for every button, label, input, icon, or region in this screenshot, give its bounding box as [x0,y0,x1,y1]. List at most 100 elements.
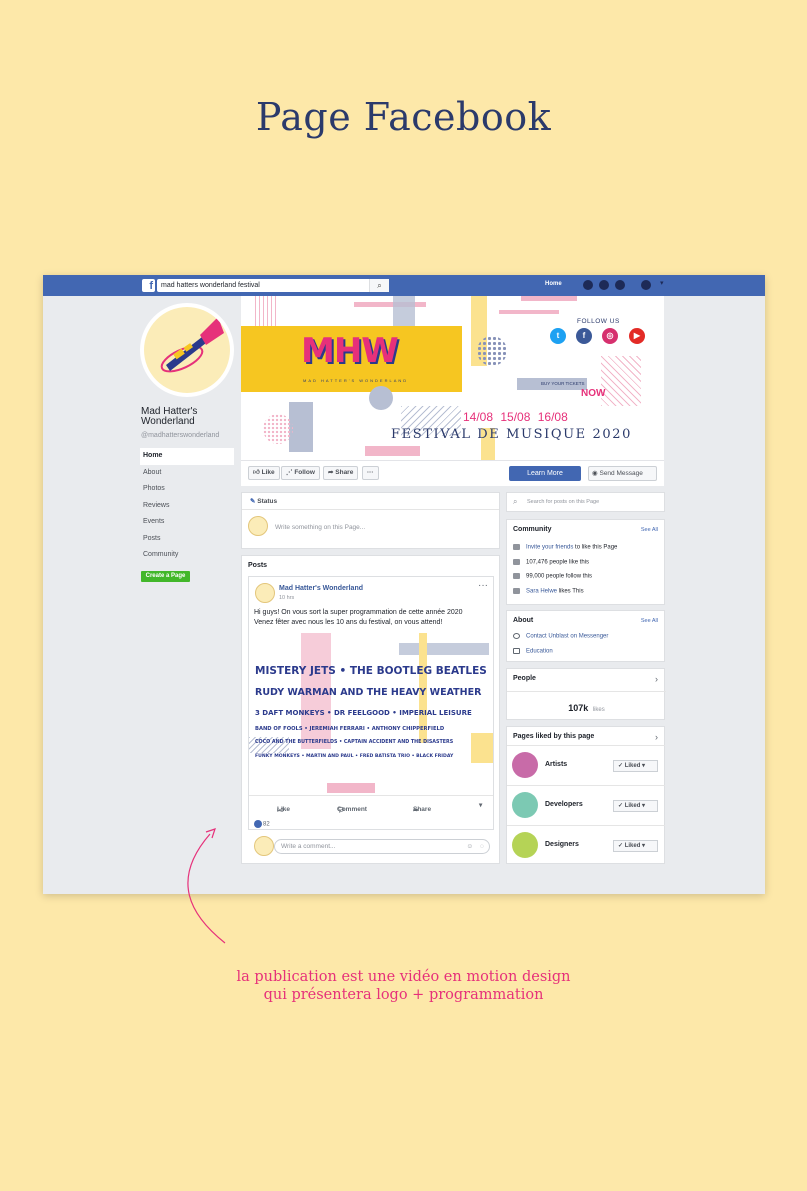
facebook-mockup: f mad hatters wonderland festival ⌕ Home… [43,275,765,894]
about-see-all-link[interactable]: See All [641,618,658,624]
liked-button[interactable]: ✓ Liked ▾ [613,840,658,852]
friends-icon[interactable] [583,280,593,290]
status-header: ✎ Status [242,493,499,510]
status-input[interactable]: Write something on this Page... [275,524,365,531]
sidebar-item-events[interactable]: Events [140,514,234,531]
status-title: Status [257,498,278,505]
like-page-button[interactable]: 👍︎ Like [248,466,280,480]
lineup-line: COCO AND THE BUTTERFIELDS • CAPTAIN ACCI… [255,740,454,745]
emoji-icon[interactable]: ☺ [466,840,473,853]
status-composer: ✎ Status Write something on this Page... [241,492,500,549]
post-options-icon[interactable]: ··· [478,580,488,591]
lineup-decoration [327,783,375,793]
search-icon: ⌕ [513,497,518,506]
comment-input-placeholder: Write a comment... [281,843,336,850]
search-input[interactable]: mad hatters wonderland festival ⌕ [157,279,389,292]
topbar-home-link[interactable]: Home [545,281,562,287]
sticker-icon[interactable]: ◌ [480,840,484,853]
comment-input[interactable]: Write a comment... ☺ ◌ [274,839,490,854]
rss-icon [513,573,520,579]
send-message-label: Send Message [599,470,643,477]
chevron-down-icon[interactable]: ▾ [479,801,482,809]
send-message-button[interactable]: ◉ Send Message [588,466,657,481]
people-title[interactable]: People [513,675,536,682]
facebook-logo-icon[interactable]: f [142,279,155,292]
instagram-icon[interactable]: ◎ [602,328,618,344]
invite-friends-suffix: to like this Page [573,544,618,551]
page-search-input[interactable]: Search for posts on this Page [527,499,599,505]
community-friend: Sara Helwe likes This [513,588,584,595]
liked-page-name[interactable]: Developers [545,801,583,808]
sidebar-item-community[interactable]: Community [140,547,234,564]
category-link[interactable]: Education [526,649,553,655]
facebook-icon[interactable]: f [576,328,592,344]
search-icon[interactable]: ⌕ [369,279,389,292]
post-actions: 👍︎ Like 💬︎ Comment ➦ Share ▾ [249,795,493,814]
liked-page-item[interactable]: Artists ✓ Liked ▾ [507,745,665,785]
profile-picture[interactable] [140,303,234,397]
liked-button[interactable]: ✓ Liked ▾ [613,800,658,812]
create-page-button[interactable]: Create a Page [141,571,190,582]
liked-page-avatar[interactable] [512,792,538,818]
about-category: Education [513,648,553,655]
liked-page-avatar[interactable] [512,832,538,858]
cover-decoration [521,296,577,301]
post-timestamp[interactable]: 10 hrs [279,595,294,601]
page-handle: @madhatterswonderland [141,432,220,439]
invite-friends-link[interactable]: Invite your friends [526,545,573,551]
trumpet-icon [160,317,224,373]
festival-logo: MHW [301,331,399,371]
liked-button-label: Liked [624,803,641,809]
sidebar-nav: Home About Photos Reviews Events Posts C… [140,448,234,564]
liked-button[interactable]: ✓ Liked ▾ [613,760,658,772]
chevron-right-icon[interactable]: › [655,674,658,684]
sidebar-item-reviews[interactable]: Reviews [140,498,234,515]
cover-decoration [369,386,393,410]
lineup-line: FUNKY MONKEYS • MARTIN AND PAUL • FRED B… [255,754,454,759]
more-options-button[interactable]: ··· [362,466,379,480]
sidebar-item-home[interactable]: Home [140,448,234,465]
liked-button-label: Liked [624,843,641,849]
annotation-line: la publication est une vidéo en motion d… [236,969,571,985]
learn-more-button[interactable]: Learn More [509,466,581,481]
liked-page-item[interactable]: Designers ✓ Liked ▾ [507,825,665,865]
chevron-right-icon[interactable]: › [655,732,658,742]
liked-page-name[interactable]: Artists [545,761,567,768]
annotation-note: la publication est une vidéo en motion d… [0,968,807,1004]
category-icon [513,648,520,654]
post-video[interactable]: MISTERY JETS • THE BOOTLEG BEATLES RUDY … [249,633,493,793]
post-author[interactable]: Mad Hatter's Wonderland [279,585,363,592]
avatar[interactable] [255,583,275,603]
liked-page-item[interactable]: Developers ✓ Liked ▾ [507,785,665,825]
share-page-button[interactable]: ➦ Share [323,466,359,480]
twitter-icon[interactable]: t [550,328,566,344]
help-icon[interactable] [641,280,651,290]
messenger-icon [513,633,520,639]
annotation-line: qui présentera logo + programmation [263,987,544,1003]
community-card: Community See All Invite your friends to… [506,519,665,605]
messenger-icon[interactable] [599,280,609,290]
friend-link[interactable]: Sara Helwe [526,589,557,595]
liked-page-name[interactable]: Designers [545,841,579,848]
cover-photo[interactable]: MHW MAD HATTER'S WONDERLAND FOLLOW US t … [241,296,664,460]
festival-dates: 14/08 15/08 16/08 [463,410,568,424]
follow-button[interactable]: ⋰ Follow [281,466,320,480]
cover-decoration [393,296,415,326]
community-title: Community [513,526,552,533]
sidebar-item-posts[interactable]: Posts [140,531,234,548]
community-see-all-link[interactable]: See All [641,527,658,533]
sidebar-item-photos[interactable]: Photos [140,481,234,498]
contact-messenger-link[interactable]: Contact Unblast on Messenger [526,634,608,640]
reaction-count[interactable]: 82 [254,820,270,828]
community-likes: 107,476 people like this [513,559,589,566]
liked-pages-title[interactable]: Pages liked by this page [513,733,594,740]
page-search[interactable]: ⌕ Search for posts on this Page [506,492,665,512]
globe-icon[interactable] [615,280,625,290]
post-card: Mad Hatter's Wonderland 10 hrs ··· Hi gu… [248,576,494,830]
sidebar-item-about[interactable]: About [140,465,234,482]
youtube-icon[interactable]: ▶ [629,328,645,344]
posts-section: Posts Mad Hatter's Wonderland 10 hrs ···… [241,555,500,864]
chevron-down-icon[interactable]: ▾ [660,279,664,287]
people-count: 107k likes [507,698,666,716]
liked-page-avatar[interactable] [512,752,538,778]
